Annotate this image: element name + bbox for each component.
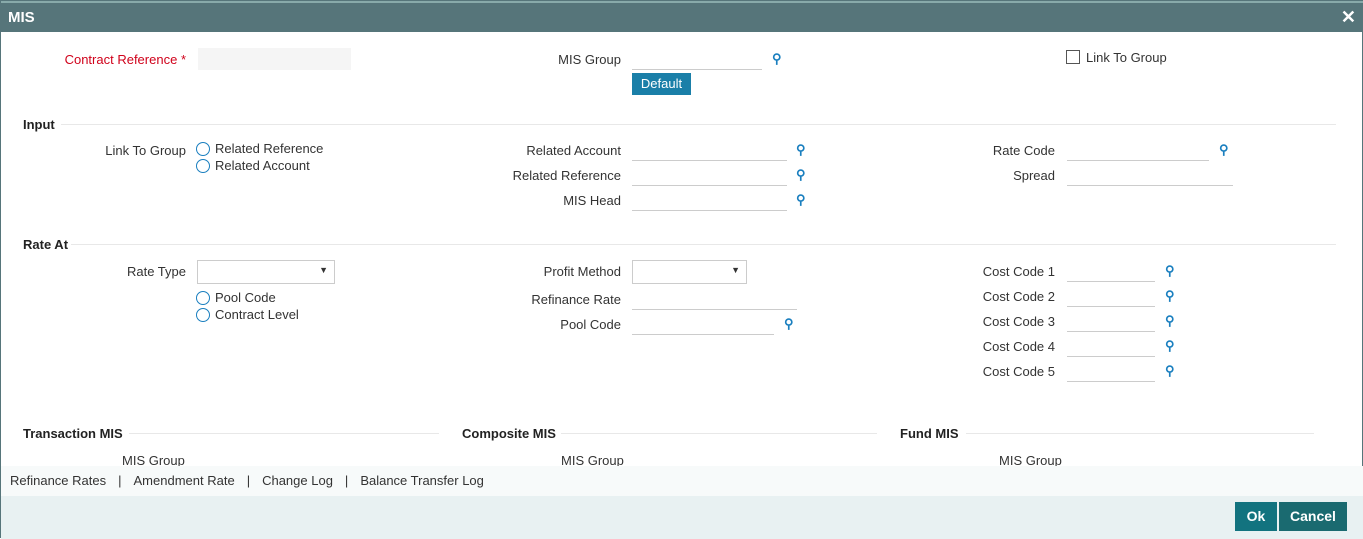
contract-reference-label: Contract Reference *	[64, 52, 186, 67]
change-log-link[interactable]: Change Log	[262, 473, 333, 488]
rate-type-select[interactable]: ▼	[197, 260, 335, 284]
divider	[966, 433, 1314, 434]
cost-code-1-input[interactable]	[1067, 260, 1155, 282]
sub-screen-links: Refinance Rates | Amendment Rate | Change …	[1, 466, 1363, 496]
separator: |	[118, 473, 122, 488]
search-icon[interactable]: ⚲	[1219, 142, 1233, 157]
related-account-input[interactable]	[632, 139, 787, 161]
pool-code-radio[interactable]: Pool Code	[196, 290, 276, 305]
spread-input[interactable]	[1067, 164, 1233, 186]
search-icon[interactable]: ⚲	[1165, 313, 1179, 328]
contract-level-radio[interactable]: Contract Level	[196, 307, 299, 322]
related-reference-radio[interactable]: Related Reference	[196, 141, 323, 156]
close-icon[interactable]: ✕	[1341, 7, 1356, 28]
balance-transfer-log-link[interactable]: Balance Transfer Log	[360, 473, 484, 488]
mis-group-label: MIS Group	[558, 52, 621, 67]
refinance-rates-link[interactable]: Refinance Rates	[10, 473, 106, 488]
chevron-down-icon: ▼	[319, 265, 328, 275]
mis-head-label: MIS Head	[563, 193, 621, 208]
refinance-rate-label: Refinance Rate	[531, 292, 621, 307]
cost-code-4-input[interactable]	[1067, 335, 1155, 357]
search-icon[interactable]: ⚲	[796, 142, 810, 157]
link-to-group-label: Link To Group	[1086, 50, 1167, 65]
ok-button[interactable]: Ok	[1235, 502, 1277, 531]
spread-label: Spread	[1013, 168, 1055, 183]
refinance-rate-input[interactable]	[632, 288, 797, 310]
amendment-rate-link[interactable]: Amendment Rate	[134, 473, 235, 488]
rate-code-input[interactable]	[1067, 139, 1209, 161]
link-to-group-radio-label: Link To Group	[105, 143, 186, 158]
search-icon[interactable]: ⚲	[1165, 363, 1179, 378]
search-icon[interactable]: ⚲	[796, 167, 810, 182]
search-icon[interactable]: ⚲	[796, 192, 810, 207]
separator: |	[344, 473, 349, 488]
rate-code-label: Rate Code	[992, 143, 1055, 158]
cost-code-1-label: Cost Code 1	[982, 264, 1055, 279]
window-title: MIS	[8, 9, 35, 26]
transaction-mis-title: Transaction MIS	[23, 426, 123, 441]
mis-group-input[interactable]	[632, 48, 762, 70]
pool-code-label: Pool Code	[560, 317, 621, 332]
profit-method-select[interactable]: ▼	[632, 260, 747, 284]
input-section-title: Input	[23, 117, 55, 132]
radio-label: Contract Level	[215, 307, 299, 322]
divider	[61, 124, 1336, 125]
cost-code-5-input[interactable]	[1067, 360, 1155, 382]
cost-code-3-input[interactable]	[1067, 310, 1155, 332]
related-reference-label: Related Reference	[512, 168, 621, 183]
cost-code-3-label: Cost Code 3	[982, 314, 1055, 329]
cost-code-4-label: Cost Code 4	[982, 339, 1055, 354]
search-icon[interactable]: ⚲	[1165, 263, 1179, 278]
link-to-group-checkbox[interactable]	[1066, 50, 1080, 64]
footer: Ok Cancel	[1, 496, 1363, 539]
related-account-label: Related Account	[526, 143, 621, 158]
search-icon[interactable]: ⚲	[1165, 338, 1179, 353]
rate-type-label: Rate Type	[126, 264, 186, 279]
radio-label: Pool Code	[215, 290, 276, 305]
cost-code-2-label: Cost Code 2	[982, 289, 1055, 304]
search-icon[interactable]: ⚲	[772, 51, 786, 66]
divider	[71, 244, 1336, 245]
contract-reference-input[interactable]	[198, 48, 351, 70]
pool-code-input[interactable]	[632, 313, 774, 335]
chevron-down-icon: ▼	[731, 265, 740, 275]
search-icon[interactable]: ⚲	[784, 316, 798, 331]
mis-head-input[interactable]	[632, 189, 787, 211]
cost-code-2-input[interactable]	[1067, 285, 1155, 307]
composite-mis-title: Composite MIS	[462, 426, 556, 441]
title-bar: MIS ✕	[1, 1, 1363, 32]
profit-method-label: Profit Method	[543, 264, 621, 279]
radio-label: Related Reference	[215, 141, 324, 156]
rate-at-section-title: Rate At	[23, 237, 69, 252]
divider	[561, 433, 877, 434]
fund-mis-title: Fund MIS	[900, 426, 959, 441]
default-button[interactable]: Default	[632, 73, 691, 95]
cancel-button[interactable]: Cancel	[1279, 502, 1347, 531]
radio-label: Related Account	[215, 158, 310, 173]
related-account-radio[interactable]: Related Account	[196, 158, 310, 173]
related-reference-input[interactable]	[632, 164, 787, 186]
search-icon[interactable]: ⚲	[1165, 288, 1179, 303]
separator: |	[246, 473, 251, 488]
cost-code-5-label: Cost Code 5	[982, 364, 1055, 379]
divider	[129, 433, 439, 434]
